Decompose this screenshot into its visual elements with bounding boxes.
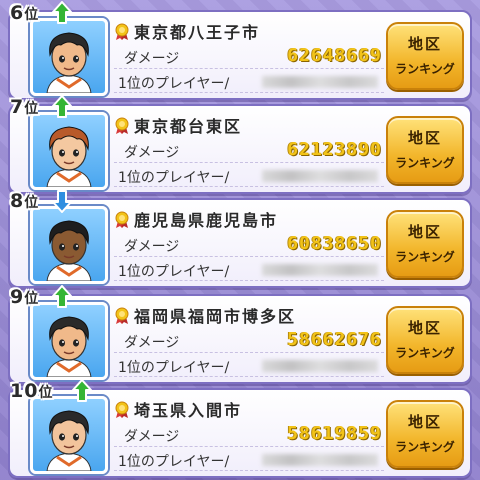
medal-icon [114,211,130,233]
damage-label: ダメージ [124,429,180,445]
button-label-line2: ランキング [395,156,455,170]
region-name: 東京都台東区 [114,113,384,136]
up-arrow-icon [52,95,72,119]
medal-icon [114,23,130,45]
down-arrow-icon [52,189,72,213]
damage-row: ダメージ 58662676 [114,329,384,353]
button-label-line1: 地区 [407,319,442,337]
blurred-player-name [262,454,378,466]
region-ranking-button[interactable]: 地区 ランキング [386,210,464,278]
blurred-player-name [262,360,378,372]
up-arrow-icon [52,285,72,309]
blurred-player-name [262,264,378,276]
button-label-line1: 地区 [407,35,442,53]
rank-number: 9位 [10,286,40,308]
region-name: 東京都八王子市 [114,19,384,42]
character-portrait [30,112,108,190]
ranking-row: 7位 東京都台東区 ダメージ 62123890 1位のプレイヤー/ 地区 ランキ… [8,95,472,194]
top-player-label: 1位のプレイヤー/ [118,76,230,92]
button-label-line2: ランキング [395,440,455,454]
damage-label: ダメージ [124,335,180,351]
damage-label: ダメージ [124,239,180,255]
button-label-line1: 地区 [407,223,442,241]
button-label-line1: 地区 [407,413,442,431]
ranking-row: 10位 埼玉県入間市 ダメージ 58619859 1位のプレイヤー/ 地区 ラン… [8,379,472,478]
blurred-player-name [262,170,378,182]
up-arrow-icon [52,1,72,25]
character-portrait [30,18,108,96]
damage-value: 58619859 [287,423,382,444]
region-ranking-button[interactable]: 地区 ランキング [386,400,464,468]
rank-number: 7位 [10,96,40,118]
top-player-row: 1位のプレイヤー/ [114,260,384,281]
damage-row: ダメージ 58619859 [114,423,384,447]
damage-row: ダメージ 60838650 [114,233,384,257]
region-name: 埼玉県入間市 [114,397,384,420]
damage-value: 62648669 [287,45,382,66]
rank-number: 6位 [10,2,40,24]
button-label-line1: 地区 [407,129,442,147]
rank-number: 8位 [10,190,40,212]
top-player-row: 1位のプレイヤー/ [114,72,384,93]
blurred-player-name [262,76,378,88]
top-player-row: 1位のプレイヤー/ [114,356,384,377]
region-ranking-button[interactable]: 地区 ランキング [386,22,464,90]
ranking-row: 6位 東京都八王子市 ダメージ 62648669 1位のプレイヤー/ 地区 ラン… [8,1,472,100]
damage-row: ダメージ 62123890 [114,139,384,163]
medal-icon [114,307,130,329]
region-ranking-button[interactable]: 地区 ランキング [386,116,464,184]
top-player-label: 1位のプレイヤー/ [118,360,230,376]
damage-row: ダメージ 62648669 [114,45,384,69]
up-arrow-icon [72,379,92,403]
damage-value: 62123890 [287,139,382,160]
medal-icon [114,117,130,139]
rank-number: 10位 [10,380,54,402]
ranking-row: 9位 福岡県福岡市博多区 ダメージ 58662676 1位のプレイヤー/ 地区 … [8,285,472,384]
character-portrait [30,396,108,474]
top-player-row: 1位のプレイヤー/ [114,450,384,471]
button-label-line2: ランキング [395,346,455,360]
damage-label: ダメージ [124,51,180,67]
character-portrait [30,206,108,284]
character-portrait [30,302,108,380]
top-player-label: 1位のプレイヤー/ [118,170,230,186]
button-label-line2: ランキング [395,62,455,76]
damage-value: 58662676 [287,329,382,350]
region-name: 福岡県福岡市博多区 [114,303,384,326]
region-name: 鹿児島県鹿児島市 [114,207,384,230]
region-ranking-button[interactable]: 地区 ランキング [386,306,464,374]
ranking-row: 8位 鹿児島県鹿児島市 ダメージ 60838650 1位のプレイヤー/ 地区 ラ… [8,190,472,288]
medal-icon [114,401,130,423]
button-label-line2: ランキング [395,250,455,264]
top-player-label: 1位のプレイヤー/ [118,264,230,280]
damage-value: 60838650 [287,233,382,254]
top-player-label: 1位のプレイヤー/ [118,454,230,470]
damage-label: ダメージ [124,145,180,161]
top-player-row: 1位のプレイヤー/ [114,166,384,187]
